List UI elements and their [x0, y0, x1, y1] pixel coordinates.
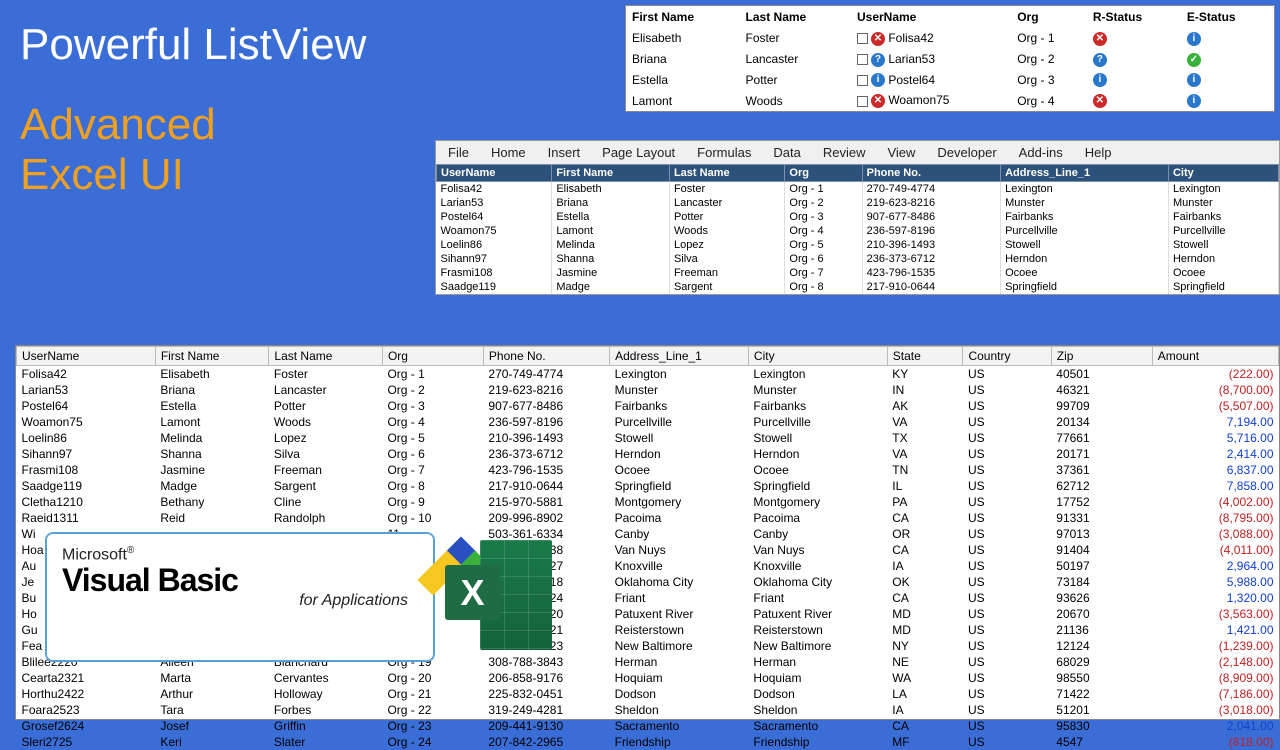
status-row[interactable]: BrianaLancaster? Larian53Org - 2?✓	[626, 49, 1274, 70]
mini-col[interactable]: First Name	[552, 165, 670, 182]
ribbon-tab-developer[interactable]: Developer	[937, 145, 996, 160]
mini-col[interactable]: UserName	[437, 165, 552, 182]
main-col-amount[interactable]: Amount	[1152, 347, 1278, 366]
mini-col[interactable]: Org	[785, 165, 862, 182]
mini-row[interactable]: Folisa42ElisabethFosterOrg - 1270-749-47…	[437, 182, 1279, 197]
r-status-icon: ✕	[1093, 94, 1107, 108]
ribbon-tab-add-ins[interactable]: Add-ins	[1019, 145, 1063, 160]
status-col-e-status[interactable]: E-Status	[1181, 6, 1274, 28]
main-col-firstname[interactable]: First Name	[155, 347, 269, 366]
table-row[interactable]: Postel64EstellaPotterOrg - 3907-677-8486…	[17, 398, 1279, 414]
e-status-icon: i	[1187, 94, 1201, 108]
main-col-phoneno[interactable]: Phone No.	[483, 347, 609, 366]
ribbon-tabs: File Home Insert Page Layout Formulas Data Rev…	[436, 141, 1279, 164]
main-col-lastname[interactable]: Last Name	[269, 347, 383, 366]
table-row[interactable]: Loelin86MelindaLopezOrg - 5210-396-1493S…	[17, 430, 1279, 446]
ribbon-tab-formulas[interactable]: Formulas	[697, 145, 751, 160]
table-row[interactable]: Foara2523TaraForbesOrg - 22319-249-4281S…	[17, 702, 1279, 718]
checkbox[interactable]	[857, 33, 868, 44]
main-col-zip[interactable]: Zip	[1051, 347, 1152, 366]
main-col-city[interactable]: City	[748, 347, 887, 366]
main-col-country[interactable]: Country	[963, 347, 1051, 366]
ribbon-tab-view[interactable]: View	[887, 145, 915, 160]
ribbon-tab-review[interactable]: Review	[823, 145, 866, 160]
excel-window: File Home Insert Page Layout Formulas Data Rev…	[435, 140, 1280, 295]
status-col-r-status[interactable]: R-Status	[1087, 6, 1181, 28]
excel-x-icon: X	[445, 565, 500, 620]
headline-2b: Excel UI	[20, 150, 216, 200]
mini-row[interactable]: Sihann97ShannaSilvaOrg - 6236-373-6712He…	[437, 252, 1279, 266]
status-icon: i	[871, 73, 885, 87]
status-col-org[interactable]: Org	[1011, 6, 1087, 28]
checkbox[interactable]	[857, 96, 868, 107]
e-status-icon: ✓	[1187, 53, 1201, 67]
table-row[interactable]: Sihann97ShannaSilvaOrg - 6236-373-6712He…	[17, 446, 1279, 462]
table-row[interactable]: Raeid1311ReidRandolphOrg - 10209-996-890…	[17, 510, 1279, 526]
vba-logo-badge: Microsoft® Visual Basic for Applications	[45, 532, 435, 662]
status-listview[interactable]: First NameLast NameUserNameOrgR-StatusE-…	[625, 5, 1275, 112]
status-row[interactable]: LamontWoods✕ Woamon75Org - 4✕i	[626, 90, 1274, 111]
table-row[interactable]: Folisa42ElisabethFosterOrg - 1270-749-47…	[17, 366, 1279, 383]
headline-1: Powerful ListView	[20, 20, 366, 70]
headline-2: Advanced Excel UI	[20, 100, 216, 200]
checkbox[interactable]	[857, 75, 868, 86]
main-col-addressline1[interactable]: Address_Line_1	[610, 347, 749, 366]
ribbon-tab-file[interactable]: File	[448, 145, 469, 160]
ribbon-tab-data[interactable]: Data	[773, 145, 800, 160]
ribbon-tab-insert[interactable]: Insert	[548, 145, 581, 160]
table-row[interactable]: Cletha1210BethanyClineOrg - 9215-970-588…	[17, 494, 1279, 510]
mini-row[interactable]: Frasmi108JasmineFreemanOrg - 7423-796-15…	[437, 266, 1279, 280]
excel-logo: X	[445, 530, 555, 660]
r-status-icon: ✕	[1093, 32, 1107, 46]
table-row[interactable]: Sleri2725KeriSlaterOrg - 24207-842-2965F…	[17, 734, 1279, 750]
status-icon: ✕	[871, 94, 885, 108]
status-col-firstname[interactable]: First Name	[626, 6, 740, 28]
table-row[interactable]: Saadge119MadgeSargentOrg - 8217-910-0644…	[17, 478, 1279, 494]
ribbon-tab-home[interactable]: Home	[491, 145, 526, 160]
mini-col[interactable]: Address_Line_1	[1001, 165, 1169, 182]
status-icon: ✕	[871, 32, 885, 46]
mini-row[interactable]: Larian53BrianaLancasterOrg - 2219-623-82…	[437, 196, 1279, 210]
e-status-icon: i	[1187, 73, 1201, 87]
ribbon-tab-help[interactable]: Help	[1085, 145, 1112, 160]
table-row[interactable]: Frasmi108JasmineFreemanOrg - 7423-796-15…	[17, 462, 1279, 478]
main-col-state[interactable]: State	[887, 347, 963, 366]
status-icon: ?	[871, 53, 885, 67]
main-col-username[interactable]: UserName	[17, 347, 156, 366]
mini-row[interactable]: Woamon75LamontWoodsOrg - 4236-597-8196Pu…	[437, 224, 1279, 238]
status-row[interactable]: EstellaPotteri Postel64Org - 3ii	[626, 70, 1274, 91]
mini-row[interactable]: Postel64EstellaPotterOrg - 3907-677-8486…	[437, 210, 1279, 224]
mini-col[interactable]: Last Name	[669, 165, 784, 182]
table-row[interactable]: Woamon75LamontWoodsOrg - 4236-597-8196Pu…	[17, 414, 1279, 430]
mini-col[interactable]: Phone No.	[862, 165, 1000, 182]
main-col-org[interactable]: Org	[382, 347, 483, 366]
table-row[interactable]: Cearta2321MartaCervantesOrg - 20206-858-…	[17, 670, 1279, 686]
checkbox[interactable]	[857, 54, 868, 65]
r-status-icon: ?	[1093, 53, 1107, 67]
e-status-icon: i	[1187, 32, 1201, 46]
mini-row[interactable]: Saadge119MadgeSargentOrg - 8217-910-0644…	[437, 280, 1279, 294]
table-row[interactable]: Horthu2422ArthurHollowayOrg - 21225-832-…	[17, 686, 1279, 702]
table-row[interactable]: Larian53BrianaLancasterOrg - 2219-623-82…	[17, 382, 1279, 398]
table-row[interactable]: Grosef2624JosefGriffinOrg - 23209-441-91…	[17, 718, 1279, 734]
status-col-lastname[interactable]: Last Name	[740, 6, 851, 28]
r-status-icon: i	[1093, 73, 1107, 87]
headline-2a: Advanced	[20, 100, 216, 149]
status-col-username[interactable]: UserName	[851, 6, 1011, 28]
ribbon-tab-pagelayout[interactable]: Page Layout	[602, 145, 675, 160]
mini-col[interactable]: City	[1168, 165, 1278, 182]
mini-row[interactable]: Loelin86MelindaLopezOrg - 5210-396-1493S…	[437, 238, 1279, 252]
status-row[interactable]: ElisabethFoster✕ Folisa42Org - 1✕i	[626, 28, 1274, 49]
